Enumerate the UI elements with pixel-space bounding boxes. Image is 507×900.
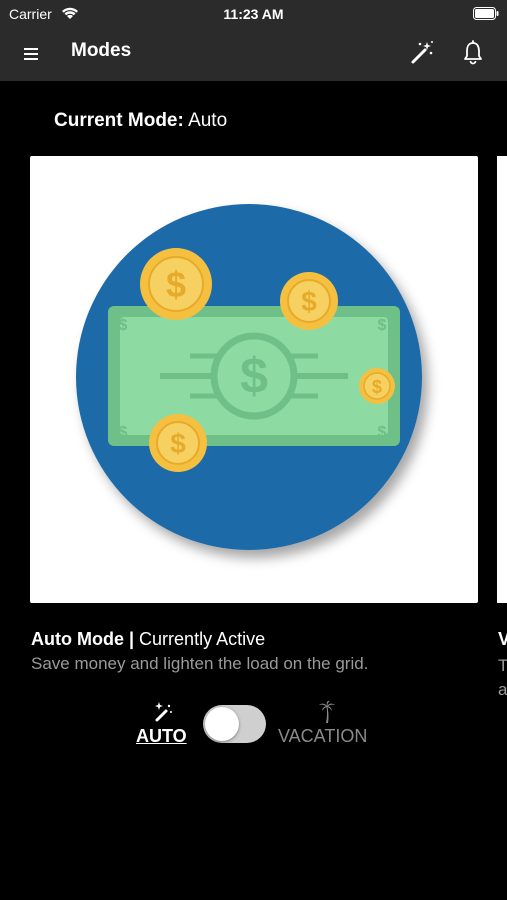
battery-icon <box>473 7 499 20</box>
vacation-mode-description: T a <box>498 656 507 699</box>
auto-mode-label[interactable]: AUTO <box>136 726 187 747</box>
svg-text:$: $ <box>119 317 128 334</box>
toggle-knob <box>205 707 239 741</box>
nav-bar: Modes <box>0 28 507 81</box>
auto-mode-card[interactable]: $ $ $ $ $ $ $ $ $ <box>30 156 478 603</box>
mode-status: Currently Active <box>139 629 266 649</box>
mode-name: Auto Mode | <box>31 629 135 649</box>
svg-text:$: $ <box>119 424 128 441</box>
svg-text:$: $ <box>378 424 387 441</box>
current-mode-value: Auto <box>188 110 228 131</box>
magic-wand-icon[interactable] <box>408 40 434 66</box>
svg-text:$: $ <box>378 317 387 334</box>
palm-tree-icon <box>319 700 335 723</box>
status-time: 11:23 AM <box>223 6 284 22</box>
vacation-mode-label[interactable]: VACATION <box>278 726 367 747</box>
vacation-mode-card[interactable] <box>497 156 507 603</box>
money-illustration: $ $ $ $ $ $ $ $ $ <box>76 204 422 550</box>
menu-icon[interactable] <box>22 45 40 63</box>
status-bar: Carrier 11:23 AM <box>0 0 507 28</box>
svg-text:$: $ <box>240 348 268 404</box>
svg-text:$: $ <box>166 264 186 305</box>
current-mode-label: Current Mode: Auto <box>54 110 227 132</box>
svg-text:$: $ <box>372 377 382 397</box>
svg-text:$: $ <box>301 286 317 317</box>
page-title: Modes <box>71 40 132 61</box>
auto-mode-title: Auto Mode | Currently Active <box>31 629 265 650</box>
svg-text:$: $ <box>170 428 186 459</box>
vacation-mode-title: V <box>498 629 507 649</box>
mode-toggle[interactable] <box>203 705 266 743</box>
magic-wand-icon <box>155 702 172 722</box>
current-mode-title: Current Mode: <box>54 110 184 131</box>
auto-mode-description: Save money and lighten the load on the g… <box>31 654 369 673</box>
bell-icon[interactable] <box>462 40 484 66</box>
